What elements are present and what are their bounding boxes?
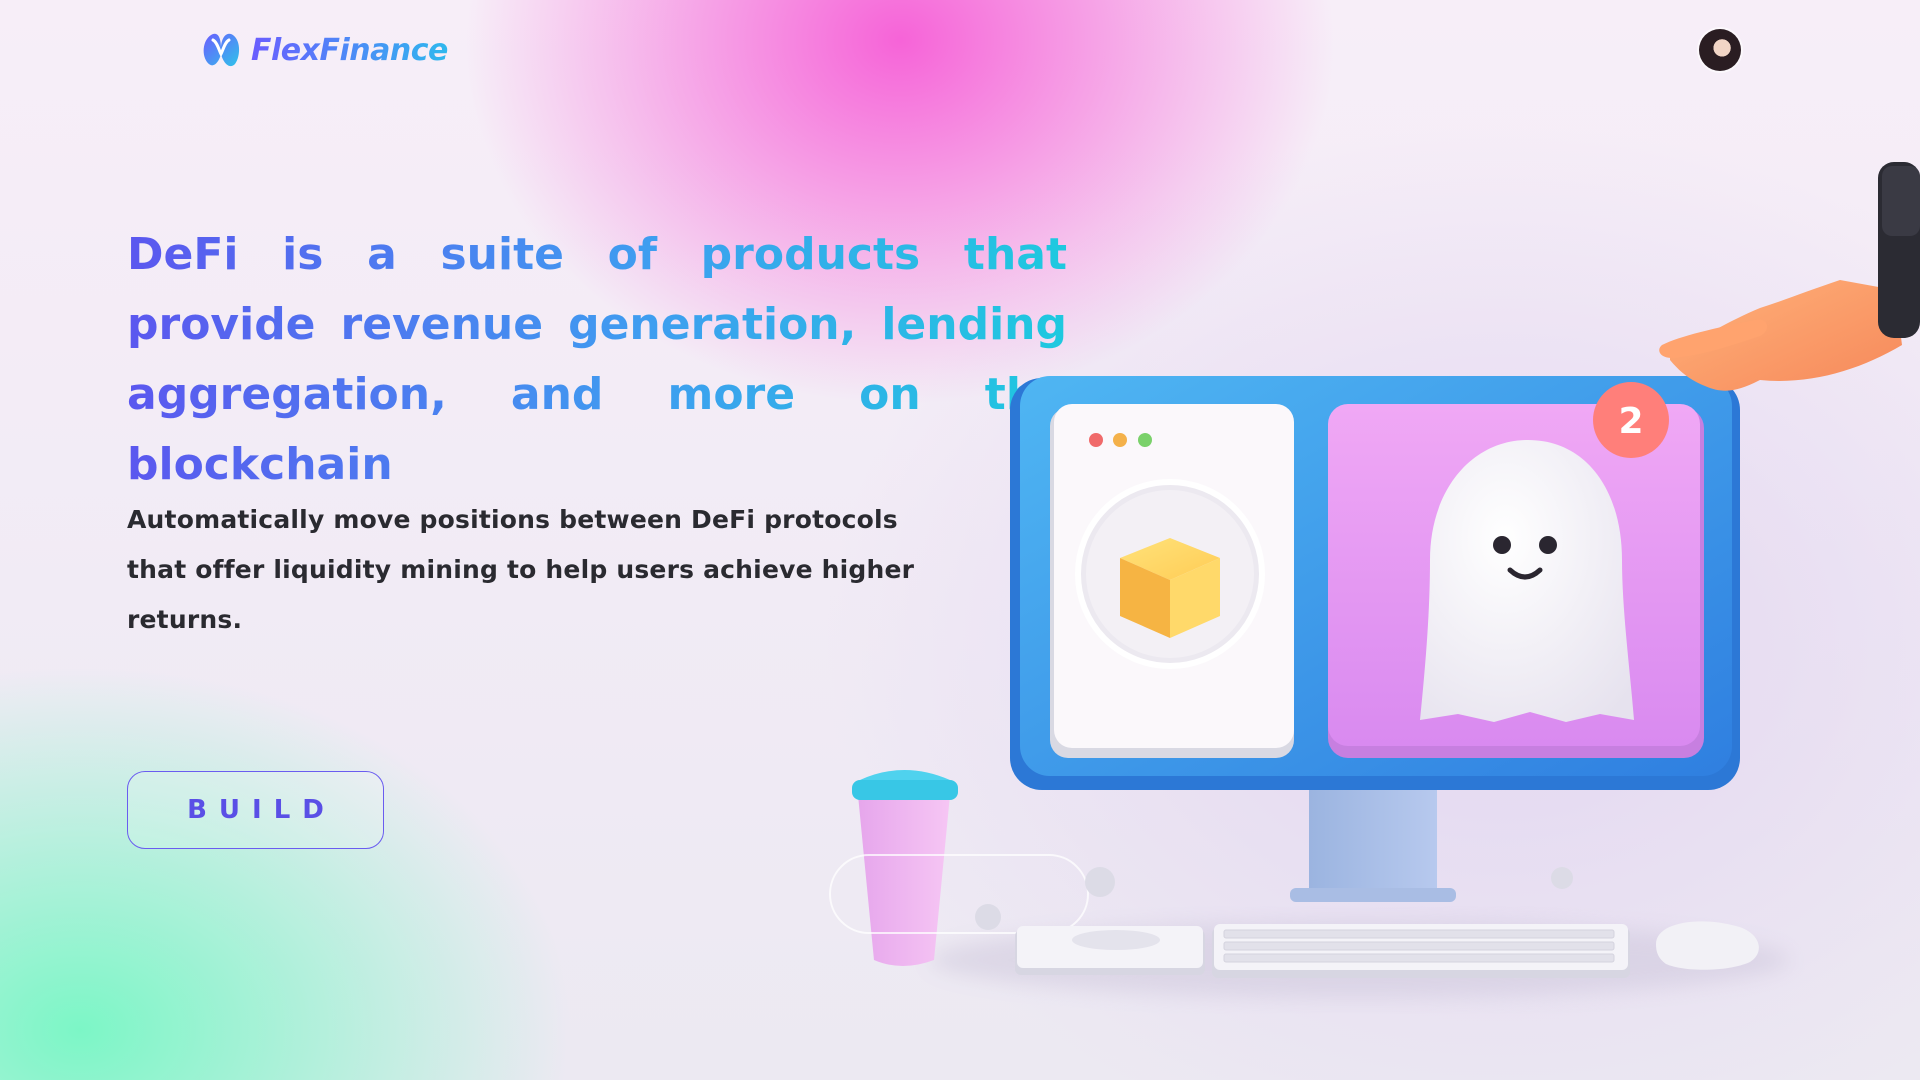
coffee-cup-icon bbox=[852, 770, 958, 966]
left-window bbox=[1050, 404, 1294, 758]
build-button[interactable]: BUILD bbox=[127, 771, 384, 849]
keyboard-icon bbox=[1212, 924, 1630, 978]
sphere-decoration bbox=[1085, 867, 1115, 897]
window-dot-yellow bbox=[1113, 433, 1127, 447]
notification-badge[interactable]: 2 bbox=[1593, 382, 1669, 458]
monitor-stand bbox=[1290, 785, 1456, 902]
window-dot-red bbox=[1089, 433, 1103, 447]
flex-finance-logo-icon bbox=[203, 33, 240, 67]
computer-illustration: 2 bbox=[829, 162, 1920, 998]
trackpad-icon bbox=[1015, 926, 1205, 975]
monitor: 2 bbox=[1010, 376, 1740, 790]
logo[interactable]: FlexFinance bbox=[199, 28, 448, 72]
pointing-hand-icon bbox=[1659, 162, 1920, 391]
sphere-decoration bbox=[1551, 867, 1573, 889]
logo-text: FlexFinance bbox=[251, 32, 448, 68]
window-dot-green bbox=[1138, 433, 1152, 447]
mouse-icon bbox=[1656, 921, 1759, 970]
user-avatar[interactable] bbox=[1699, 29, 1741, 71]
landing-page: FlexFinance DeFi is a suite of products … bbox=[0, 0, 1920, 1080]
notification-count: 2 bbox=[1618, 401, 1643, 442]
ghost-icon bbox=[1420, 440, 1634, 722]
sphere-decoration bbox=[975, 904, 1001, 930]
right-window: 2 bbox=[1328, 382, 1704, 758]
